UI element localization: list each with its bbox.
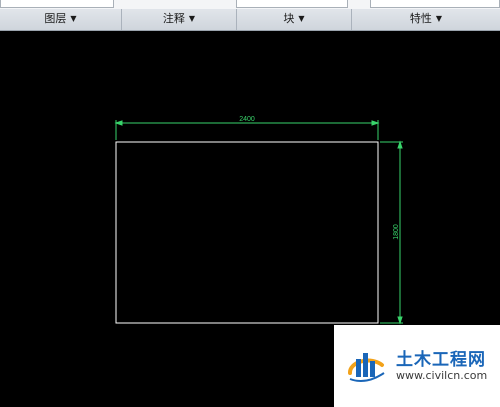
watermark-site-url: www.civilcn.com (396, 369, 488, 382)
dimension-arrow-icon (397, 140, 403, 149)
panel-label: 注释 (162, 12, 185, 25)
dimension-arrow-icon (397, 316, 403, 325)
dropdown-arrow-icon: ▼ (188, 14, 196, 23)
panel-block-dropdown[interactable]: 块 ▼ (237, 9, 352, 30)
rectangle-shape[interactable] (115, 141, 379, 324)
dimension-arrow-icon (114, 120, 123, 126)
dimension-text-vertical: 1800 (393, 224, 400, 240)
horizontal-dimension[interactable] (114, 120, 380, 140)
site-logo-icon (348, 353, 385, 382)
ribbon-field[interactable] (370, 0, 500, 8)
panel-label: 特性 (409, 12, 432, 25)
dimension-text-horizontal: 2400 (239, 116, 255, 123)
panel-properties-dropdown[interactable]: 特性 ▼ (352, 9, 500, 30)
panel-label: 图层 (44, 12, 67, 25)
panel-layers-dropdown[interactable]: 图层 ▼ (0, 9, 122, 30)
dropdown-arrow-icon: ▼ (435, 14, 443, 23)
dropdown-arrow-icon: ▼ (70, 14, 77, 23)
watermark: 土木工程网 www.civilcn.com (334, 325, 500, 407)
ribbon-controls-row (0, 0, 500, 9)
ribbon-field[interactable] (236, 0, 348, 8)
ribbon-panel-bar: 图层 ▼ 注释 ▼ 块 ▼ 特性 ▼ (0, 9, 500, 30)
ribbon: 图层 ▼ 注释 ▼ 块 ▼ 特性 ▼ (0, 0, 500, 31)
panel-label: 块 (283, 12, 295, 25)
panel-annotation-dropdown[interactable]: 注释 ▼ (122, 9, 237, 30)
ribbon-field[interactable] (0, 0, 114, 8)
watermark-site-name: 土木工程网 (396, 350, 486, 370)
dimension-arrow-icon (371, 120, 380, 126)
dropdown-arrow-icon: ▼ (298, 14, 305, 23)
